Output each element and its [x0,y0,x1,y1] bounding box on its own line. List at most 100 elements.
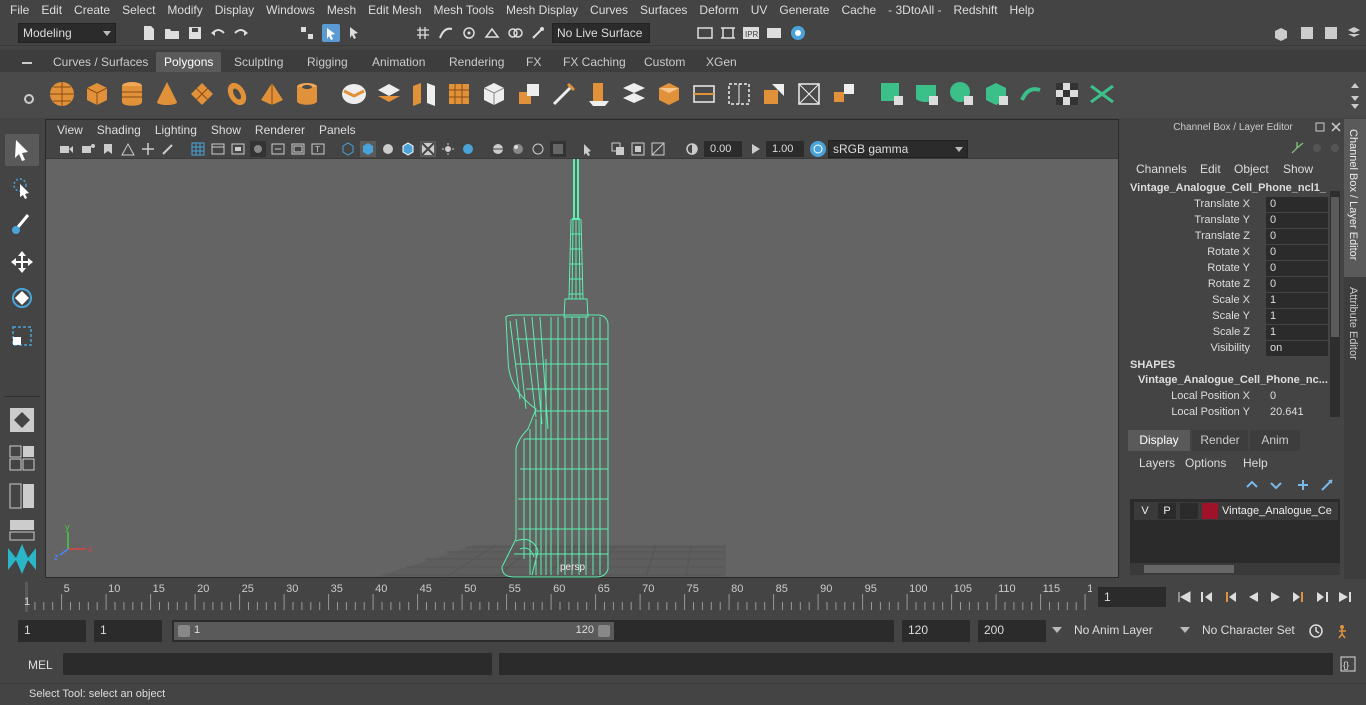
attr-value[interactable]: 0 [1266,197,1328,212]
menu-modify[interactable]: Modify [161,3,208,17]
play-forwards-icon[interactable] [1268,589,1284,605]
move-tool-icon[interactable] [5,246,39,278]
script-language-toggle[interactable]: MEL [28,658,53,672]
channel-box-toggle-icon[interactable] [1345,24,1363,42]
attr-value[interactable]: 20.641 [1266,405,1328,420]
uv-cylindrical-icon[interactable] [911,78,943,110]
select-component-icon[interactable] [346,24,364,42]
ambient-occlusion-icon[interactable] [510,141,526,157]
field-chart-icon[interactable] [270,141,286,157]
lasso-tool-icon[interactable] [5,172,39,204]
go-to-start-icon[interactable] [1176,589,1192,605]
snap-view-plane-icon[interactable] [483,24,501,42]
extrude-icon[interactable] [583,78,615,110]
scene-end-field[interactable]: 200 [978,620,1046,642]
attr-value[interactable]: 0 [1266,261,1328,276]
image-plane-icon[interactable] [120,141,136,157]
camera-attributes-icon[interactable] [80,141,96,157]
move-layer-up-icon[interactable] [1244,476,1262,494]
viewport-menu-renderer[interactable]: Renderer [248,123,312,137]
side-tab-channel-box[interactable]: Channel Box / Layer Editor [1344,119,1366,277]
cb-menu-object[interactable]: Object [1234,162,1269,176]
attr-scale-y[interactable]: Scale Y 1 [1122,309,1344,325]
viewport-menu-view[interactable]: View [50,123,90,137]
menu-mesh-tools[interactable]: Mesh Tools [428,3,500,17]
isolate-select-icon[interactable] [580,141,596,157]
poly-plane-icon[interactable] [186,78,218,110]
menu-mesh[interactable]: Mesh [321,3,362,17]
layer-hscrollbar-thumb[interactable] [1144,565,1234,573]
shelf-menu-icon[interactable] [18,54,36,72]
menu-select[interactable]: Select [116,3,161,17]
attr-scale-x[interactable]: Scale X 1 [1122,293,1344,309]
attr-local-position-x[interactable]: Local Position X 0 [1122,389,1344,405]
2d-pan-zoom-icon[interactable] [140,141,156,157]
modeling-toolkit-icon[interactable] [1298,24,1316,42]
step-forward-frame-icon[interactable] [1291,589,1307,605]
exposure-field[interactable]: 0.00 [704,141,742,157]
cb-menu-edit[interactable]: Edit [1200,162,1221,176]
attr-value[interactable]: 0 [1266,245,1328,260]
go-to-end-icon[interactable] [1337,589,1353,605]
attr-value[interactable]: 1 [1266,309,1328,324]
attr-rotate-y[interactable]: Rotate Y 0 [1122,261,1344,277]
playback-end-field[interactable]: 120 [902,620,970,642]
menu-cache[interactable]: Cache [835,3,882,17]
anim-layer-arrow-icon[interactable] [1052,627,1062,633]
tab-render[interactable]: Render [1192,430,1248,451]
fill-hole-icon[interactable] [723,78,755,110]
anim-layer-dropdown[interactable]: No Anim Layer [1068,620,1176,642]
playback-start-field[interactable]: 1 [94,620,162,642]
render-settings-icon[interactable] [765,24,783,42]
time-ruler[interactable]: 5 10 15 20 25 30 35 40 45 50 55 60 65 70 75 80 85 90 95 100… [18,580,1092,614]
attr-value[interactable]: 0 [1266,229,1328,244]
poly-pipe-icon[interactable] [291,78,323,110]
scene-start-field[interactable]: 1 [18,620,86,642]
multi-cut-icon[interactable] [548,78,580,110]
mode-selector[interactable]: Modeling [18,23,116,43]
shadows-icon[interactable] [490,141,506,157]
lights-icon[interactable] [460,141,476,157]
attr-visibility[interactable]: Visibility on [1122,341,1344,357]
menu-redshift[interactable]: Redshift [948,3,1004,17]
uv-spherical-icon[interactable] [946,78,978,110]
connect-icon[interactable] [828,78,860,110]
cb-menu-channels[interactable]: Channels [1136,162,1187,176]
tab-curves-surfaces[interactable]: Curves / Surfaces [45,52,156,72]
exposure-icon[interactable] [684,141,700,157]
rotate-tool-icon[interactable] [5,282,39,314]
select-tool-icon[interactable] [5,134,39,166]
wireframe-icon[interactable] [340,141,356,157]
color-space-selector[interactable]: sRGB gamma [828,140,968,158]
attr-value[interactable]: 0 [1266,389,1328,404]
viewport-menu-panels[interactable]: Panels [312,123,363,137]
new-scene-icon[interactable] [140,24,158,42]
layer-name[interactable]: Vintage_Analogue_Ce [1222,503,1332,519]
menu-mesh-display[interactable]: Mesh Display [500,3,584,17]
layer-color-swatch[interactable] [1202,503,1218,519]
current-frame-field[interactable]: 1 [1098,587,1166,607]
redo-icon[interactable] [232,24,250,42]
layer-hscrollbar[interactable] [1130,563,1340,575]
poly-pyramid-icon[interactable] [256,78,288,110]
menu-windows[interactable]: Windows [260,3,321,17]
poly-cylinder-icon[interactable] [116,78,148,110]
command-input[interactable] [63,653,492,675]
menu-display[interactable]: Display [209,3,260,17]
step-forward-key-icon[interactable] [1314,589,1330,605]
attr-translate-y[interactable]: Translate Y 0 [1122,213,1344,229]
hypershade-icon[interactable] [789,24,807,42]
layer-menu-options[interactable]: Options [1185,456,1226,470]
make-live-icon[interactable] [529,24,547,42]
scale-tool-icon[interactable] [5,320,39,352]
xray-icon[interactable] [420,141,436,157]
attr-value[interactable]: 1 [1266,325,1328,340]
layer-row[interactable]: V P Vintage_Analogue_Ce [1134,502,1338,520]
attr-scale-z[interactable]: Scale Z 1 [1122,325,1344,341]
tab-sculpting[interactable]: Sculpting [226,52,291,72]
tab-display[interactable]: Display [1128,430,1190,451]
grid-toggle-icon[interactable] [190,141,206,157]
save-scene-icon[interactable] [186,24,204,42]
play-backwards-icon[interactable] [1245,589,1261,605]
separate-icon[interactable] [373,78,405,110]
